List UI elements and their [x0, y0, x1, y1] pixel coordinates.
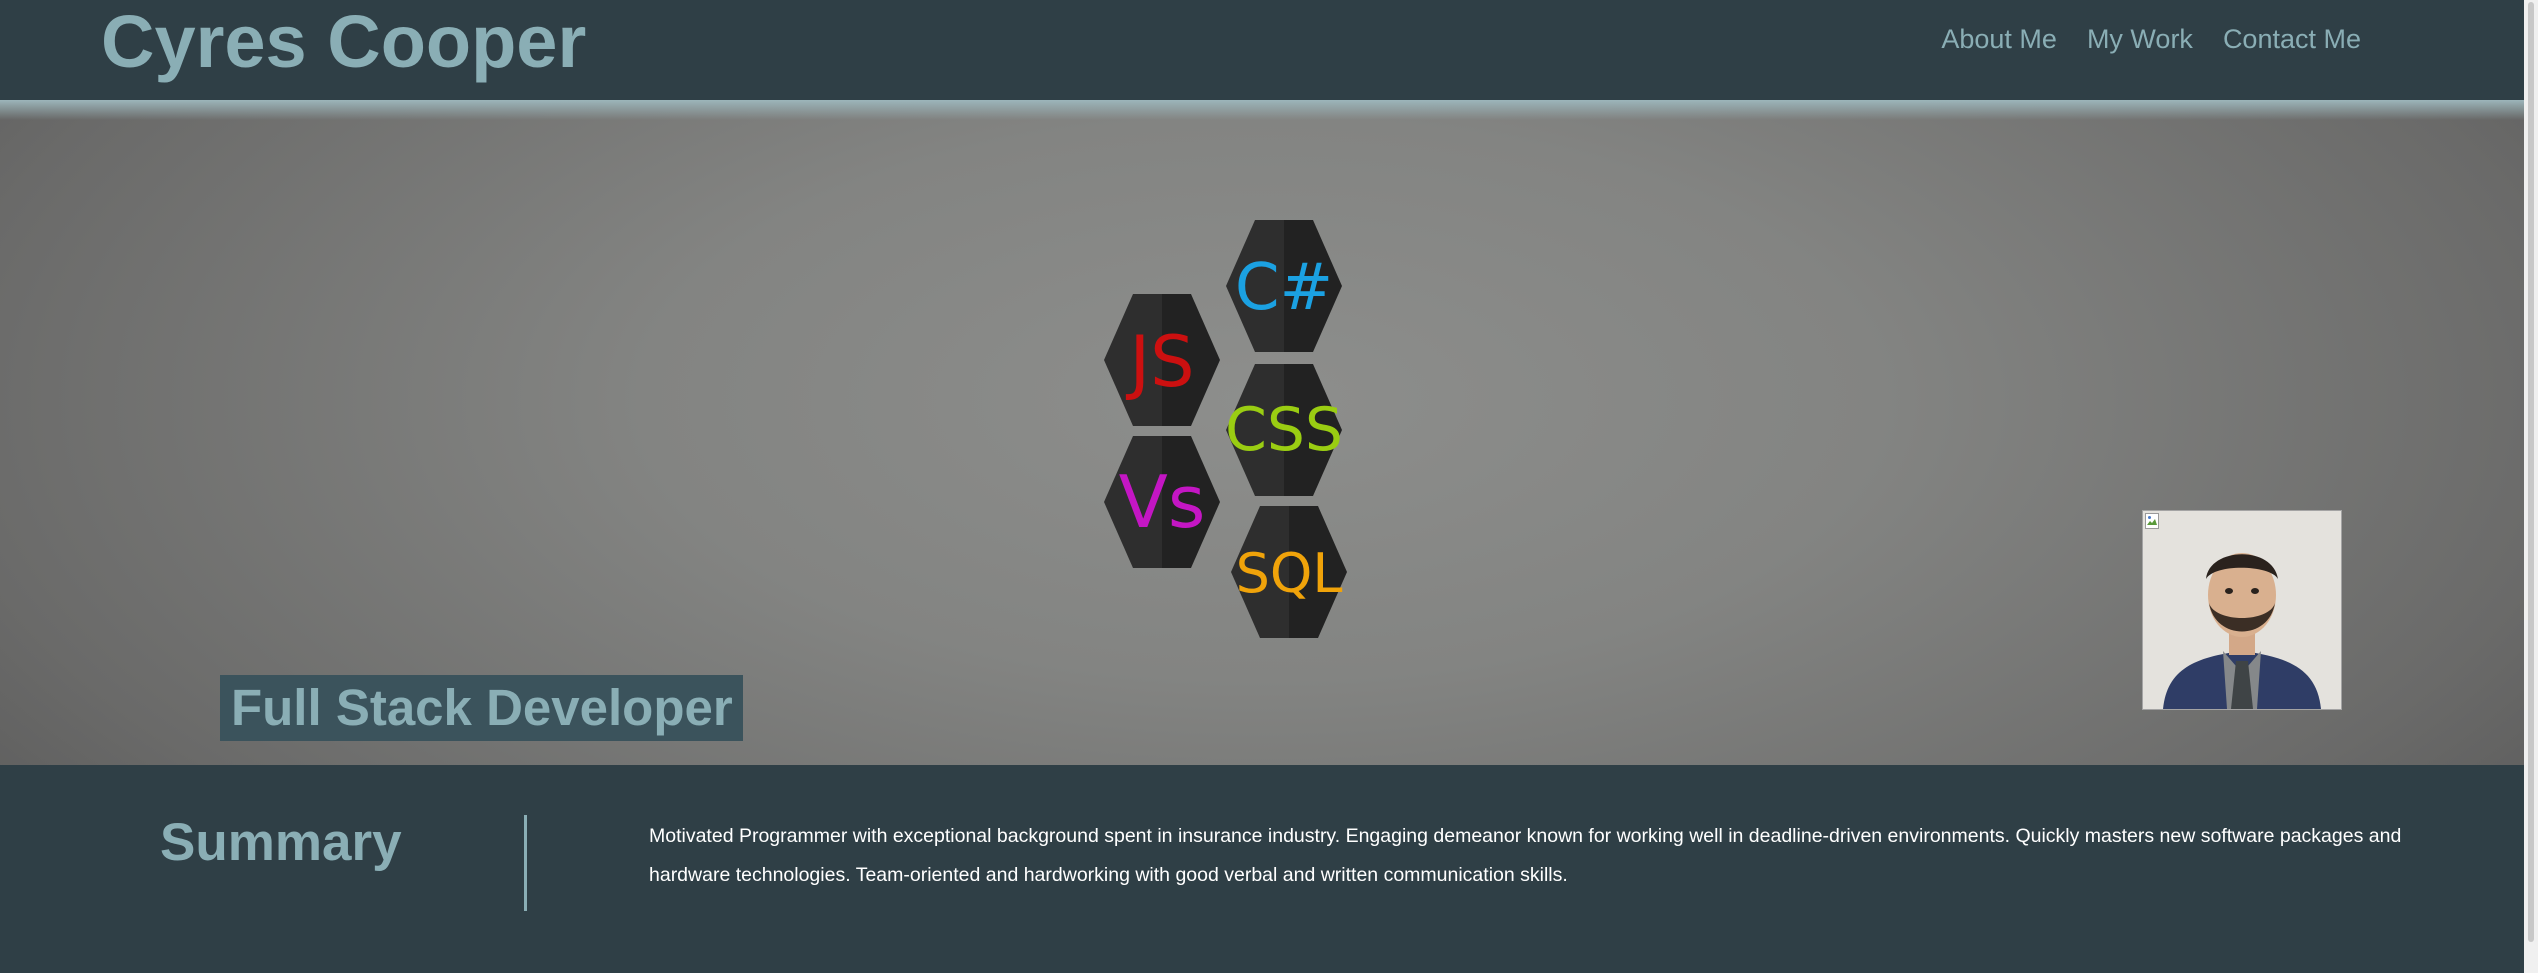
skill-label-css: CSS [1225, 395, 1343, 465]
nav-link-about-me[interactable]: About Me [1941, 24, 2057, 55]
page: Cyres Cooper About Me My Work Contact Me… [0, 0, 2524, 973]
hex-sql: SQL [1231, 506, 1347, 638]
main-nav: About Me My Work Contact Me [1941, 24, 2361, 55]
scrollbar-thumb[interactable] [2528, 2, 2534, 942]
nav-link-contact-me[interactable]: Contact Me [2223, 24, 2361, 55]
skill-label-csharp: C# [1235, 251, 1333, 325]
hex-js: JS [1104, 294, 1220, 426]
page-scrollbar[interactable] [2524, 0, 2538, 973]
role-badge: Full Stack Developer [220, 675, 743, 741]
skill-label-js: JS [1125, 321, 1194, 403]
summary-section: Summary Motivated Programmer with except… [0, 765, 2524, 973]
avatar-portrait [2143, 511, 2341, 709]
hero-banner: C# JS CSS Vs SQL Full Stack Developer [0, 100, 2524, 765]
hex-csharp: C# [1226, 220, 1342, 352]
nav-link-my-work[interactable]: My Work [2087, 24, 2193, 55]
hex-vs: Vs [1104, 436, 1220, 568]
summary-heading: Summary [160, 813, 402, 872]
site-title: Cyres Cooper [101, 0, 587, 83]
hex-css: CSS [1225, 364, 1343, 496]
summary-text: Motivated Programmer with exceptional ba… [649, 825, 2402, 886]
skill-label-vs: Vs [1119, 460, 1206, 544]
summary-divider [524, 815, 527, 911]
site-header: Cyres Cooper About Me My Work Contact Me [0, 0, 2524, 100]
profile-photo [2142, 510, 2342, 710]
skill-label-sql: SQL [1236, 542, 1343, 605]
broken-image-icon [2145, 513, 2159, 529]
skills-hex-logo: C# JS CSS Vs SQL [1104, 220, 1347, 638]
